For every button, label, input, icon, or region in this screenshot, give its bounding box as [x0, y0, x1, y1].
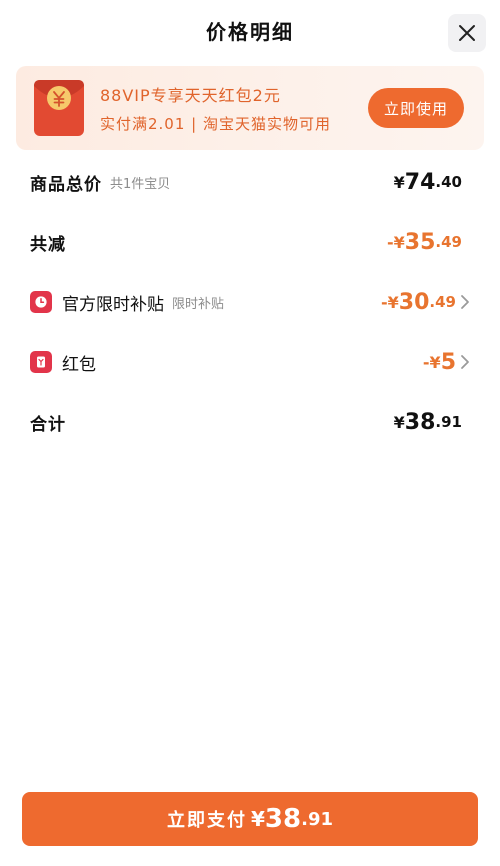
goods-count: 共1件宝贝: [110, 176, 171, 192]
goods-total-label: 商品总价 共1件宝贝: [30, 162, 170, 202]
pay-prefix: ¥: [251, 807, 265, 831]
close-button[interactable]: [448, 14, 486, 52]
clock-icon: [30, 291, 52, 313]
amount-integer: 5: [440, 349, 456, 375]
promo-title: 88VIP专享天天红包2元: [100, 86, 281, 105]
chevron-right-icon[interactable]: [460, 294, 470, 310]
amount-integer: 35: [404, 229, 436, 255]
amount-prefix: -¥: [387, 232, 405, 252]
amount-prefix: -¥: [422, 352, 441, 372]
chevron-right-icon[interactable]: [460, 354, 470, 370]
price-detail-sheet: 价格明细 88VIP专享天天红包2元 实付满2.01 | 淘宝天猫实物可用 立即…: [0, 0, 500, 866]
row-official-subsidy[interactable]: 官方限时补贴 限时补贴 -¥ 30 .49: [0, 282, 500, 322]
pay-decimal: .91: [301, 808, 333, 830]
goods-total-amount: ¥ 74 .40: [394, 162, 462, 202]
red-packet-label: 红包: [30, 342, 96, 382]
reduced-amount: -¥ 35 .49: [387, 222, 462, 262]
goods-total-text: 商品总价: [30, 174, 102, 195]
amount-decimal: .40: [435, 173, 462, 191]
amount-integer: 74: [404, 169, 436, 195]
red-envelope-icon: [34, 80, 84, 136]
pay-integer: 38: [264, 804, 302, 834]
amount-decimal: .49: [435, 233, 462, 251]
amount-prefix: -¥: [381, 292, 399, 312]
row-sum: 合计 ¥ 38 .91: [0, 402, 500, 442]
subsidy-text: 官方限时补贴: [62, 294, 164, 315]
row-total-reduced: 共减 -¥ 35 .49: [0, 222, 500, 262]
amount-decimal: .91: [435, 413, 462, 431]
amount-prefix: ¥: [393, 172, 405, 192]
subsidy-label: 官方限时补贴 限时补贴: [30, 282, 224, 322]
page-title: 价格明细: [206, 20, 294, 44]
reduced-label: 共减: [30, 234, 66, 255]
red-packet-amount: -¥ 5: [423, 342, 456, 382]
amount-integer: 30: [398, 289, 430, 315]
amount-integer: 38: [404, 409, 436, 435]
subsidy-tag: 限时补贴: [172, 296, 225, 312]
sum-amount: ¥ 38 .91: [394, 402, 462, 442]
amount-decimal: .49: [429, 293, 456, 311]
promo-banner: 88VIP专享天天红包2元 实付满2.01 | 淘宝天猫实物可用 立即使用: [16, 66, 484, 150]
pay-label: 立即支付: [167, 810, 247, 831]
close-icon: [459, 25, 475, 41]
use-now-button[interactable]: 立即使用: [368, 88, 464, 128]
subsidy-amount: -¥ 30 .49: [381, 282, 456, 322]
row-goods-total: 商品总价 共1件宝贝 ¥ 74 .40: [0, 162, 500, 202]
amount-prefix: ¥: [393, 412, 405, 432]
header: 价格明细: [0, 0, 500, 64]
row-red-packet[interactable]: 红包 -¥ 5: [0, 342, 500, 382]
promo-condition: 实付满2.01 | 淘宝天猫实物可用: [100, 115, 331, 133]
sum-label: 合计: [30, 414, 66, 435]
pay-now-button[interactable]: 立即支付 ¥ 38 .91: [22, 792, 478, 846]
red-packet-icon: [30, 351, 52, 373]
red-packet-text: 红包: [62, 354, 96, 375]
